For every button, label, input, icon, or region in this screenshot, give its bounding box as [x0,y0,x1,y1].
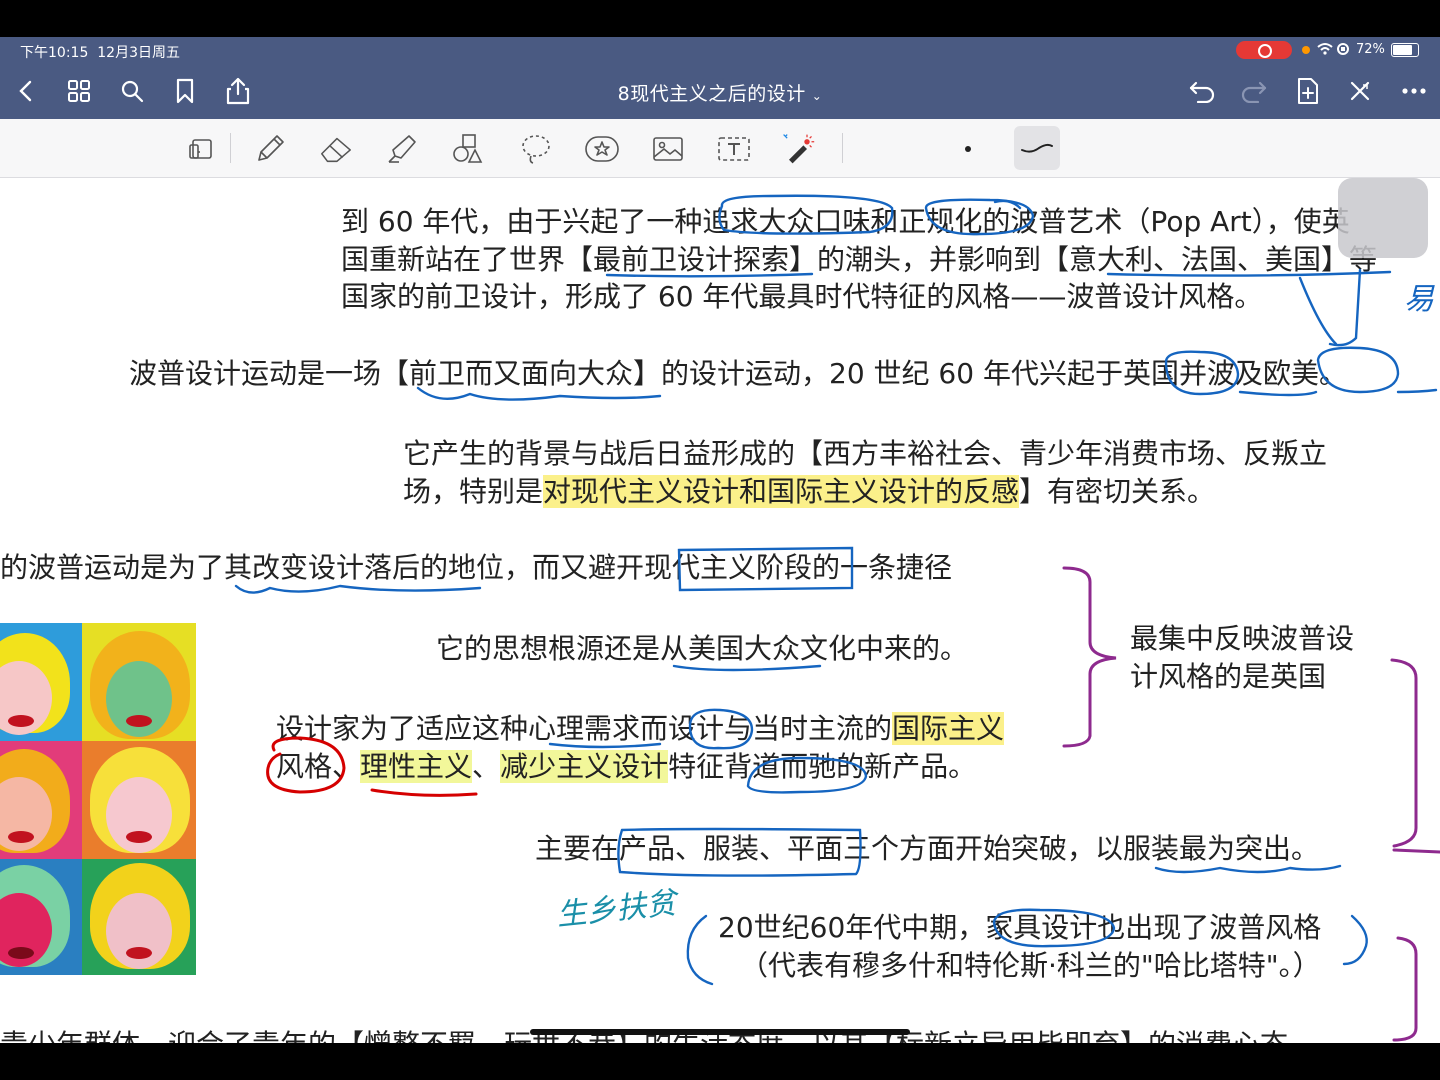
toolbar-divider [230,133,231,163]
text-icon[interactable] [716,131,752,167]
stroke-style-icon[interactable] [1014,126,1060,170]
highlighted-text: 国际主义 [892,712,1005,745]
floating-panel-button[interactable] [1338,178,1428,258]
status-bar: 下午10:15 12月3日周五 72% [0,37,1440,63]
handwritten-note: 生乡扶贫 [554,885,678,934]
side-note: 最集中反映波普设 [1130,622,1355,655]
document-title[interactable]: 8现代主义之后的设计 ⌄ [0,79,1440,106]
add-page-icon[interactable] [1294,77,1322,105]
lasso-icon[interactable] [518,131,554,167]
note-line: 波普设计运动是一场【前卫而又面向大众】的设计运动，20 世纪 60 年代兴起于英… [129,357,1347,390]
toolbar-divider [842,133,843,163]
note-line: 国重新站在了世界【最前卫设计探索】的潮头，并影响到【意大利、法国、美国】等 [341,243,1378,276]
portrait-tile [0,741,82,859]
note-line: 的波普运动是为了其改变设计落后的地位，而又避开现代主义阶段的一条捷径 [0,551,953,584]
highlighter-icon[interactable] [384,131,420,167]
close-icon[interactable] [1346,77,1374,105]
document-nav-bar: 8现代主义之后的设计 ⌄ [0,63,1440,119]
redo-icon[interactable] [1240,77,1268,105]
sticker-icon[interactable] [584,131,620,167]
shapes-icon[interactable] [450,131,486,167]
highlighted-text: 理性主义 [360,750,473,783]
status-time: 下午10:15 12月3日周五 [20,45,180,61]
image-icon[interactable] [650,131,686,167]
note-line: 国家的前卫设计，形成了 60 年代最具时代特征的风格——波普设计风格。 [341,280,1263,313]
portrait-tile [82,741,196,859]
note-line: 它的思想根源还是从美国大众文化中来的。 [436,632,969,665]
undo-icon[interactable] [1188,77,1216,105]
note-line: 主要在产品、服装、平面三个方面开始突破，以服装最为突出。 [535,832,1320,865]
portrait-tile [0,859,82,975]
eraser-icon[interactable] [318,131,354,167]
handwritten-note: 易 [1404,282,1434,317]
pen-icon[interactable] [252,131,288,167]
battery-percent: 72% [1356,42,1385,57]
reader-icon[interactable] [184,131,220,167]
note-line: 到 60 年代，由于兴起了一种追求大众口味和正规化的波普艺术（Pop Art），… [341,205,1350,238]
note-line: 20世纪60年代中期，家具设计也出现了波普风格 [718,911,1322,944]
side-note: 计风格的是英国 [1130,660,1327,693]
note-line: 场，特别是对现代主义设计和国际主义设计的反感】有密切关系。 [403,475,1216,508]
chevron-down-icon: ⌄ [811,89,823,103]
home-indicator[interactable] [530,1029,910,1035]
note-line: （代表有穆多什和特伦斯·科兰的"哈比塔特"。） [740,949,1321,982]
dot-size-icon[interactable] [950,131,986,167]
note-line: 设计家为了适应这种心理需求而设计与当时主流的国际主义 [276,712,1005,745]
note-line: 它产生的背景与战后日益形成的【西方丰裕社会、青少年消费市场、反叛立 [403,437,1328,470]
highlighted-text: 减少主义设计 [500,750,669,783]
mic-indicator-dot [1302,46,1310,54]
drawing-toolbar [0,119,1440,178]
laser-icon[interactable] [780,131,816,167]
note-line: 风格、理性主义、减少主义设计特征背道而驰的新产品。 [276,750,977,783]
wifi-icon [1316,41,1350,61]
portrait-tile [0,623,82,741]
portrait-tile [82,859,196,975]
more-icon[interactable] [1400,77,1428,105]
battery-icon [1391,43,1419,57]
highlighted-text: 对现代主义设计和国际主义设计的反感 [543,475,1020,508]
screen-recording-indicator[interactable] [1236,41,1292,59]
portrait-tile [82,623,196,741]
pop-art-image[interactable] [0,623,196,975]
note-canvas[interactable]: 到 60 年代，由于兴起了一种追求大众口味和正规化的波普艺术（Pop Art），… [0,178,1440,1043]
